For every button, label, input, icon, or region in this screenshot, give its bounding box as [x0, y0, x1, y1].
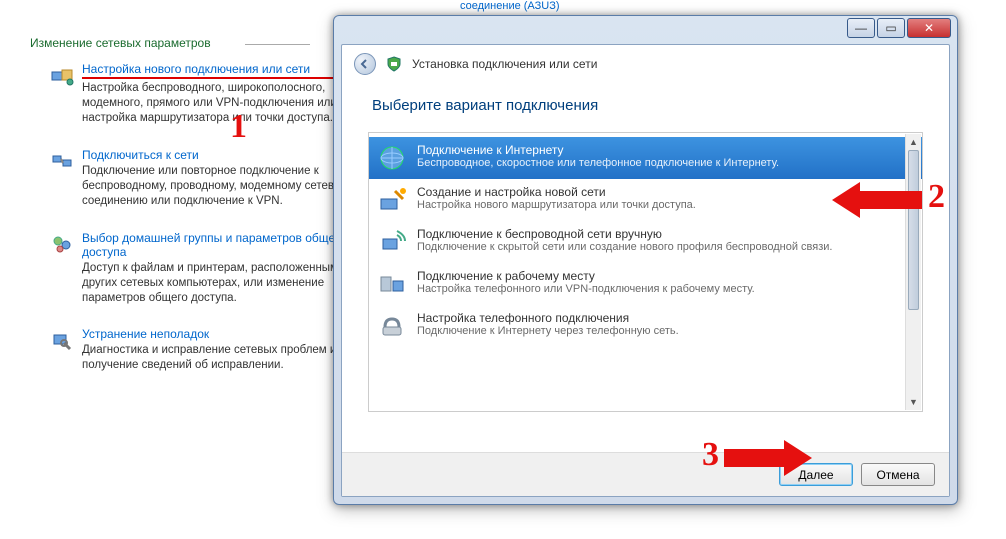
router-icon [377, 185, 407, 215]
bg-task-list: Настройка нового подключения или сети На… [50, 62, 370, 395]
bg-item-link[interactable]: Настройка нового подключения или сети [82, 62, 370, 79]
bg-item-link[interactable]: Устранение неполадок [82, 327, 370, 341]
back-arrow-icon [360, 59, 370, 69]
scroll-thumb[interactable] [908, 150, 919, 310]
close-button[interactable]: ✕ [907, 18, 951, 38]
annotation-arrow-3 [724, 440, 812, 476]
phone-icon [377, 311, 407, 341]
option-title: Создание и настройка новой сети [417, 185, 900, 199]
back-button[interactable] [354, 53, 376, 75]
option-desc: Подключение к Интернету через телефонную… [417, 325, 900, 338]
wireless-icon [377, 227, 407, 257]
annotation-2: 2 [928, 178, 945, 216]
section-title: Изменение сетевых параметров [30, 36, 211, 50]
bg-item-desc: Настройка беспроводного, широкополосного… [82, 81, 370, 126]
connect-icon [50, 150, 74, 174]
bg-item-connect[interactable]: Подключиться к сети Подключение или повт… [50, 148, 370, 209]
option-workplace[interactable]: Подключение к рабочему месту Настройка т… [369, 263, 922, 305]
option-desc: Беспроводное, скоростное или телефонное … [417, 157, 900, 170]
dialog-heading: Выберите вариант подключения [342, 83, 949, 132]
nav-title: Установка подключения или сети [412, 57, 597, 71]
option-desc: Настройка нового маршрутизатора или точк… [417, 199, 900, 212]
scroll-up-icon[interactable]: ▲ [908, 135, 919, 149]
bg-item-link[interactable]: Выбор домашней группы и параметров общег… [82, 231, 370, 259]
annotation-1: 1 [230, 108, 247, 146]
troubleshoot-icon [50, 329, 74, 353]
scrollbar[interactable]: ▲ ▼ [905, 134, 921, 410]
bg-item-desc: Подключение или повторное подключение к … [82, 164, 370, 209]
dialog-content: Установка подключения или сети Выберите … [341, 44, 950, 497]
annotation-3: 3 [702, 436, 719, 474]
cancel-button[interactable]: Отмена [861, 463, 935, 486]
workplace-icon [377, 269, 407, 299]
option-title: Подключение к беспроводной сети вручную [417, 227, 900, 241]
homegroup-icon [50, 233, 74, 257]
option-desc: Настройка телефонного или VPN-подключени… [417, 283, 900, 296]
dialog-buttons: Далее Отмена [342, 452, 949, 496]
bg-item-desc: Диагностика и исправление сетевых пробле… [82, 343, 370, 373]
bg-item-link[interactable]: Подключиться к сети [82, 148, 370, 162]
option-internet[interactable]: Подключение к Интернету Беспроводное, ск… [369, 137, 922, 179]
bg-item-troubleshoot[interactable]: Устранение неполадок Диагностика и испра… [50, 327, 370, 373]
header-link[interactable]: соединение (АЗUЗ) [460, 0, 560, 12]
option-title: Подключение к Интернету [417, 143, 900, 157]
window-buttons: — ▭ ✕ [845, 18, 951, 38]
bg-item-new-connection[interactable]: Настройка нового подключения или сети На… [50, 62, 370, 126]
option-wireless-manual[interactable]: Подключение к беспроводной сети вручную … [369, 221, 922, 263]
shield-icon [386, 56, 402, 72]
dialog-window: — ▭ ✕ Установка подключения или сети Выб… [333, 15, 958, 505]
option-title: Настройка телефонного подключения [417, 311, 900, 325]
network-wizard-icon [50, 64, 74, 88]
title-bar[interactable]: — ▭ ✕ [334, 16, 957, 44]
options-list: Подключение к Интернету Беспроводное, ск… [368, 132, 923, 412]
bg-item-desc: Доступ к файлам и принтерам, расположенн… [82, 261, 370, 306]
annotation-arrow-2 [832, 182, 922, 218]
nav-row: Установка подключения или сети [342, 45, 949, 83]
option-desc: Подключение к скрытой сети или создание … [417, 241, 900, 254]
option-dialup[interactable]: Настройка телефонного подключения Подклю… [369, 305, 922, 347]
minimize-button[interactable]: — [847, 18, 875, 38]
maximize-button[interactable]: ▭ [877, 18, 905, 38]
bg-item-homegroup[interactable]: Выбор домашней группы и параметров общег… [50, 231, 370, 306]
globe-icon [377, 143, 407, 173]
scroll-down-icon[interactable]: ▼ [908, 395, 919, 409]
option-title: Подключение к рабочему месту [417, 269, 900, 283]
